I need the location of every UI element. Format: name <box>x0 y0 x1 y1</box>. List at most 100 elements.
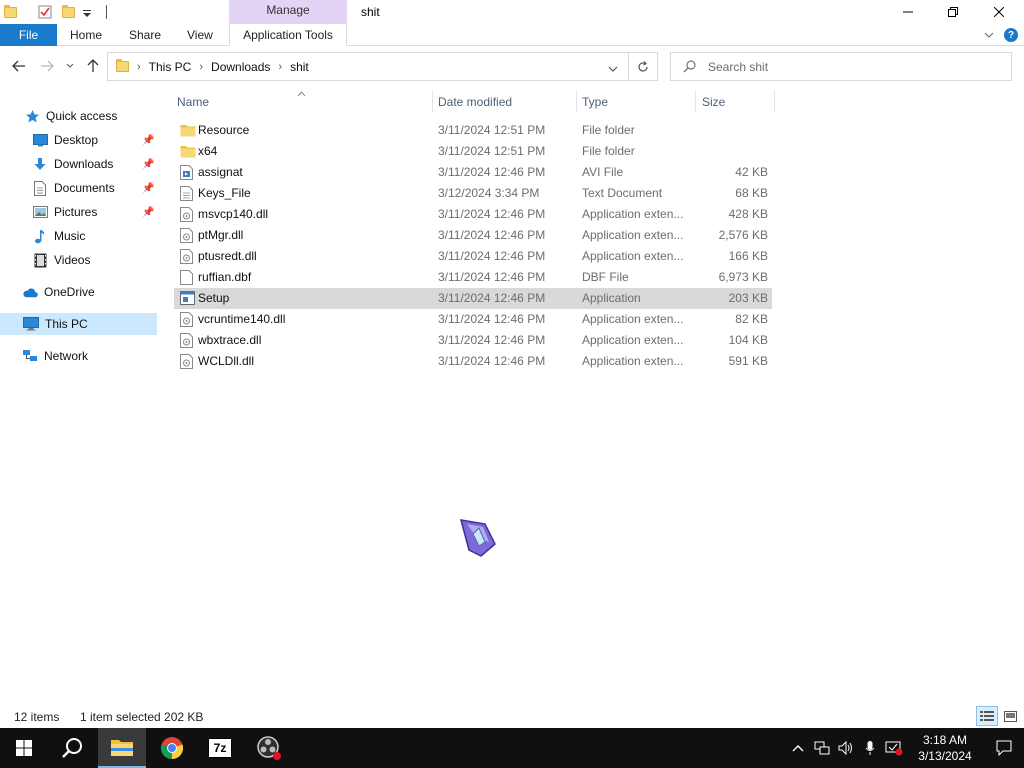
nav-pictures[interactable]: Pictures <box>32 201 97 223</box>
search-box[interactable]: Search shit <box>670 52 1012 81</box>
back-button[interactable] <box>9 56 29 76</box>
show-hidden-icons-icon[interactable] <box>786 744 810 752</box>
breadcrumb-downloads[interactable]: Downloads <box>211 60 270 74</box>
file-type: Application exten... <box>582 354 684 368</box>
folder-icon <box>180 123 196 138</box>
file-type: Application exten... <box>582 312 684 326</box>
table-row[interactable]: wbxtrace.dll 3/11/2024 12:46 PM Applicatio… <box>174 330 772 351</box>
column-divider[interactable] <box>695 90 696 112</box>
column-divider[interactable] <box>432 90 433 112</box>
address-bar[interactable]: › This PC › Downloads › shit <box>107 52 629 81</box>
column-header-date[interactable]: Date modified <box>438 92 512 112</box>
table-row[interactable]: Resource 3/11/2024 12:51 PM File folder <box>174 120 772 141</box>
action-center-alert-icon[interactable] <box>882 740 906 756</box>
table-row[interactable]: assignat 3/11/2024 12:46 PM AVI File 42 KB <box>174 162 772 183</box>
nav-label: Downloads <box>54 157 114 171</box>
ribbon-tabs: File Home Share View Application Tools ? <box>0 24 1024 47</box>
manage-context-tab[interactable]: Manage <box>229 0 347 24</box>
column-header-name[interactable]: Name <box>177 92 209 112</box>
details-view-button[interactable] <box>976 706 998 726</box>
nav-videos[interactable]: Videos <box>32 249 90 271</box>
pin-icon[interactable]: 📌 <box>142 207 154 218</box>
column-divider[interactable] <box>576 90 577 112</box>
address-dropdown-icon[interactable] <box>608 62 618 76</box>
table-row[interactable]: Setup 3/11/2024 12:46 PM Application 203 KB <box>174 288 772 309</box>
restore-button[interactable] <box>930 0 976 24</box>
volume-icon[interactable] <box>834 741 858 755</box>
forward-button[interactable] <box>37 56 57 76</box>
properties-icon[interactable] <box>38 5 52 19</box>
obs-recording-icon <box>257 736 281 760</box>
customize-qat-icon[interactable] <box>82 5 96 19</box>
nav-documents[interactable]: Documents <box>32 177 115 199</box>
column-header-size[interactable]: Size <box>702 92 725 112</box>
obs-taskbar-button[interactable] <box>245 728 293 768</box>
pin-icon[interactable]: 📌 <box>142 183 154 194</box>
7zip-taskbar-button[interactable]: 7z <box>196 728 244 768</box>
nav-this-pc[interactable]: This PC <box>0 313 157 335</box>
notifications-button[interactable] <box>984 740 1024 756</box>
expand-ribbon-icon[interactable] <box>984 28 994 42</box>
tab-application-tools[interactable]: Application Tools <box>229 24 347 47</box>
nav-network[interactable]: Network <box>22 345 88 367</box>
table-row[interactable]: ptMgr.dll 3/11/2024 12:46 PM Application e… <box>174 225 772 246</box>
nav-desktop[interactable]: Desktop <box>32 129 98 151</box>
breadcrumb-current[interactable]: shit <box>290 60 309 74</box>
pin-icon[interactable]: 📌 <box>142 135 154 146</box>
tab-view[interactable]: View <box>187 24 213 46</box>
pin-icon[interactable]: 📌 <box>142 159 154 170</box>
column-header-type[interactable]: Type <box>582 92 608 112</box>
table-row[interactable]: ptusredt.dll 3/11/2024 12:46 PM Applicatio… <box>174 246 772 267</box>
breadcrumb-chevron-icon[interactable]: › <box>278 61 282 73</box>
close-button[interactable] <box>976 0 1022 24</box>
help-icon[interactable]: ? <box>1004 28 1018 42</box>
nav-label: Network <box>44 349 89 363</box>
file-size: 428 KB <box>728 207 768 221</box>
network-status-icon[interactable] <box>810 741 834 755</box>
large-icons-view-button[interactable] <box>1001 707 1019 725</box>
breadcrumb-chevron-icon[interactable]: › <box>137 61 141 73</box>
refresh-button[interactable] <box>628 52 658 81</box>
nav-music[interactable]: Music <box>32 225 85 247</box>
tab-home[interactable]: Home <box>70 24 102 46</box>
file-date: 3/11/2024 12:46 PM <box>438 249 546 263</box>
chrome-taskbar-button[interactable] <box>148 728 196 768</box>
table-row[interactable]: WCLDll.dll 3/11/2024 12:46 PM Application … <box>174 351 772 372</box>
selection-info: 1 item selected 202 KB <box>80 710 204 724</box>
table-row[interactable]: vcruntime140.dll 3/11/2024 12:46 PM Applic… <box>174 309 772 330</box>
tab-file[interactable]: File <box>0 24 57 46</box>
status-bar: 12 items 1 item selected 202 KB <box>0 706 1024 728</box>
nav-label: Music <box>54 229 86 243</box>
up-button[interactable] <box>83 56 103 76</box>
file-name: ptMgr.dll <box>198 228 244 242</box>
dll-file-icon <box>180 207 194 222</box>
microphone-icon[interactable] <box>858 740 882 756</box>
nav-label: OneDrive <box>44 285 95 299</box>
nav-quick-access[interactable]: Quick access <box>24 105 117 127</box>
search-taskbar-button[interactable] <box>48 728 96 768</box>
column-divider[interactable] <box>774 90 775 112</box>
table-row[interactable]: ruffian.dbf 3/11/2024 12:46 PM DBF File 6,9… <box>174 267 772 288</box>
table-row[interactable]: msvcp140.dll 3/11/2024 12:46 PM Applicatio… <box>174 204 772 225</box>
recent-locations-button[interactable] <box>62 56 78 76</box>
breadcrumb-chevron-icon[interactable]: › <box>199 61 203 73</box>
nav-label: Pictures <box>54 205 98 219</box>
table-row[interactable]: x64 3/11/2024 12:51 PM File folder <box>174 141 772 162</box>
tab-share[interactable]: Share <box>129 24 161 46</box>
video-file-icon <box>180 165 194 180</box>
file-name: ptusredt.dll <box>198 249 257 263</box>
file-explorer-taskbar-button[interactable] <box>98 728 146 768</box>
nav-downloads[interactable]: Downloads <box>32 153 113 175</box>
file-date: 3/12/2024 3:34 PM <box>438 186 540 200</box>
computer-icon <box>23 316 39 332</box>
file-date: 3/11/2024 12:46 PM <box>438 291 546 305</box>
nav-onedrive[interactable]: OneDrive <box>22 281 95 303</box>
new-folder-icon[interactable] <box>62 4 76 19</box>
system-clock[interactable]: 3:18 AM 3/13/2024 <box>906 732 984 764</box>
file-date: 3/11/2024 12:46 PM <box>438 207 546 221</box>
minimize-button[interactable] <box>885 0 931 24</box>
breadcrumb-this-pc[interactable]: This PC <box>149 60 192 74</box>
file-type: Application exten... <box>582 207 684 221</box>
start-button[interactable] <box>0 728 48 768</box>
table-row[interactable]: Keys_File 3/12/2024 3:34 PM Text Document 6… <box>174 183 772 204</box>
